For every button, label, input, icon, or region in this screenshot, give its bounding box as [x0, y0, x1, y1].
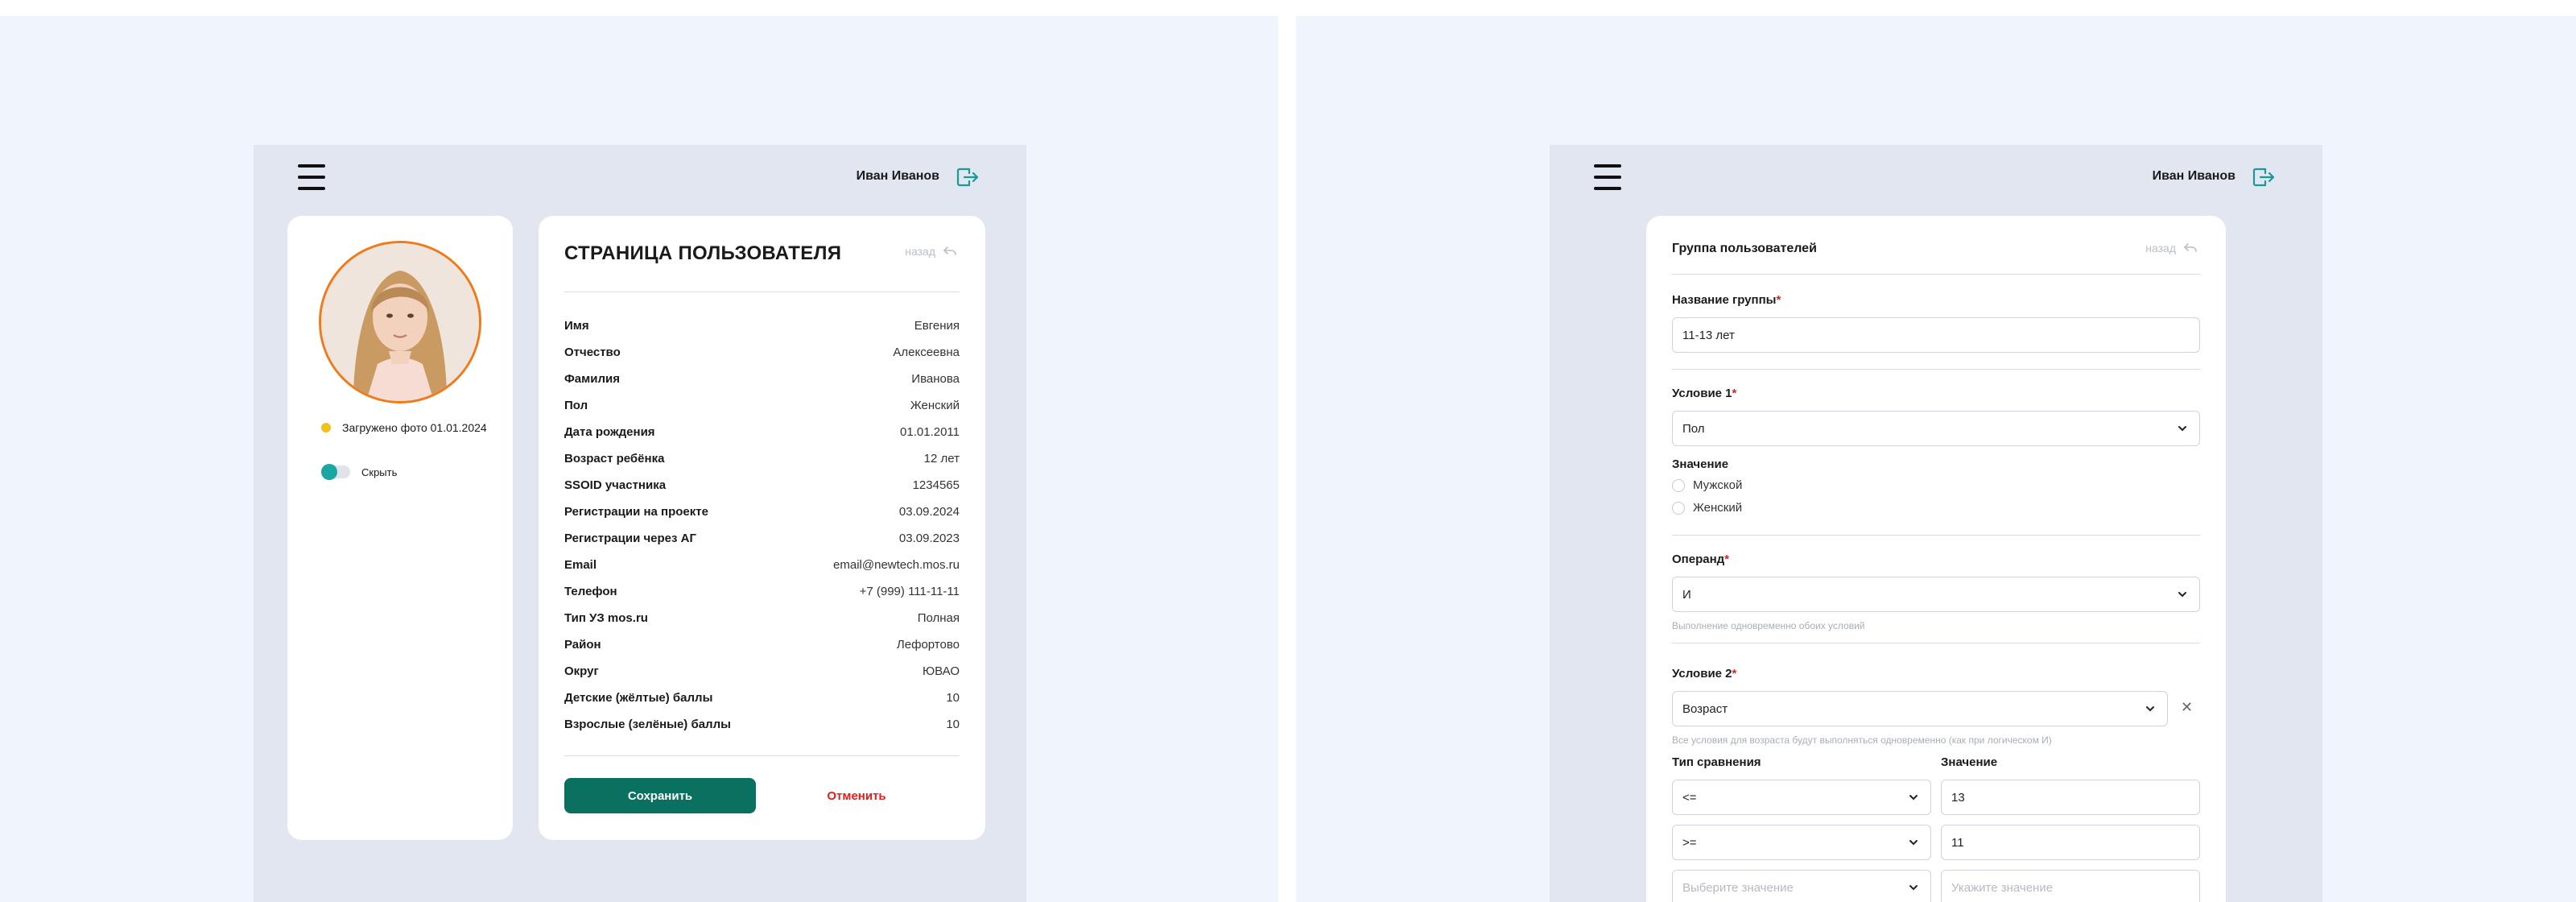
toggle-switch[interactable] [321, 464, 350, 480]
info-row: Дата рождения 01.01.2011 [564, 425, 960, 439]
divider [564, 755, 960, 756]
comparison-value-input[interactable]: 13 [1941, 780, 2200, 815]
left-canvas: Иван Иванов Загружено фото 01.01.2024 Ск… [0, 16, 1278, 902]
top-bar: Иван Иванов [1550, 145, 2322, 209]
info-row: Телефон +7 (999) 111-11-11 [564, 585, 960, 598]
radio-button[interactable] [1672, 501, 1685, 515]
photo-card: Загружено фото 01.01.2024 Скрыть [287, 216, 513, 840]
condition2-hint: Все условия для возраста будут выполнять… [1672, 734, 2052, 746]
comparison-label: Тип сравнения [1672, 755, 1761, 769]
page-title: СТРАНИЦА ПОЛЬЗОВАТЕЛЯ [564, 242, 842, 264]
divider [1672, 535, 2200, 536]
comparison-select[interactable]: Выберите значение [1672, 870, 1931, 902]
menu-icon[interactable] [1594, 164, 1621, 190]
user-name: Иван Иванов [856, 169, 939, 183]
user-page-screen: Иван Иванов Загружено фото 01.01.2024 Ск… [254, 145, 1026, 902]
chevron-down-icon [1909, 840, 1918, 846]
comparison-value-input[interactable]: 11 [1941, 825, 2200, 860]
info-row: Район Лефортово [564, 638, 960, 652]
group-title: Группа пользователей [1672, 242, 1817, 255]
info-row: Регистрации на проекте 03.09.2024 [564, 505, 960, 519]
back-link[interactable]: назад [2145, 242, 2197, 254]
info-row: Детские (жёлтые) баллы 10 [564, 691, 960, 705]
logout-icon[interactable] [956, 166, 980, 188]
hide-label: Скрыть [361, 465, 398, 478]
chevron-down-icon [2178, 426, 2186, 432]
remove-condition-icon[interactable]: ✕ [2181, 699, 2193, 716]
logout-icon[interactable] [2252, 166, 2276, 188]
info-row: SSOID участника 1234565 [564, 478, 960, 492]
avatar [319, 241, 481, 403]
info-row: Округ ЮВАО [564, 664, 960, 678]
condition2-select[interactable]: Возраст [1672, 691, 2168, 726]
condition1-select[interactable]: Пол [1672, 411, 2200, 446]
info-row: Email email@newtech.mos.ru [564, 558, 960, 572]
divider [1672, 274, 2200, 275]
back-label: назад [2145, 242, 2176, 254]
operand-label: Операнд* [1672, 552, 1729, 566]
back-arrow-icon [943, 246, 956, 255]
value-label: Значение [1672, 457, 1729, 471]
save-button[interactable]: Сохранить [564, 778, 756, 813]
chevron-down-icon [1909, 885, 1918, 891]
back-link[interactable]: назад [905, 245, 956, 258]
hide-photo-toggle[interactable]: Скрыть [321, 464, 398, 480]
info-row: Фамилия Иванова [564, 372, 960, 386]
chevron-down-icon [2146, 706, 2154, 712]
chevron-down-icon [2178, 592, 2186, 598]
photo-status: Загружено фото 01.01.2024 [321, 421, 487, 434]
user-group-screen: Иван Иванов Группа пользователей назад Н… [1550, 145, 2322, 902]
info-row: Тип УЗ mos.ru Полная [564, 611, 960, 625]
radio-male[interactable]: Мужской [1672, 478, 1742, 492]
comparison-value-input[interactable]: Укажите значение [1941, 870, 2200, 902]
photo-status-text: Загружено фото 01.01.2024 [342, 421, 487, 434]
group-name-label: Название группы* [1672, 293, 1781, 307]
back-label: назад [905, 245, 935, 258]
group-card: Группа пользователей назад Название груп… [1646, 216, 2226, 902]
user-name: Иван Иванов [2152, 169, 2235, 183]
info-row: Пол Женский [564, 399, 960, 412]
group-name-input[interactable]: 11-13 лет [1672, 317, 2200, 353]
info-row: Имя Евгения [564, 319, 960, 333]
back-arrow-icon [2184, 243, 2197, 252]
comparison-value-label: Значение [1941, 755, 1998, 769]
menu-icon[interactable] [298, 164, 325, 190]
status-dot [321, 423, 331, 432]
chevron-down-icon [1909, 795, 1918, 801]
info-row: Взрослые (зелёные) баллы 10 [564, 718, 960, 731]
info-row: Отчество Алексеевна [564, 345, 960, 359]
radio-button[interactable] [1672, 478, 1685, 492]
condition1-label: Условие 1* [1672, 387, 1737, 400]
operand-hint: Выполнение одновременно обоих условий [1672, 620, 1865, 631]
user-info-list: Имя Евгения Отчество Алексеевна Фамилия Ива… [564, 312, 960, 738]
radio-female[interactable]: Женский [1672, 501, 1742, 515]
comparison-select[interactable]: <= [1672, 780, 1931, 815]
profile-card: СТРАНИЦА ПОЛЬЗОВАТЕЛЯ назад Имя Евгения О… [539, 216, 985, 840]
divider [1672, 369, 2200, 370]
operand-select[interactable]: И [1672, 577, 2200, 612]
condition2-label: Условие 2* [1672, 667, 1737, 681]
info-row: Регистрации через АГ 03.09.2023 [564, 532, 960, 545]
info-row: Возраст ребёнка 12 лет [564, 452, 960, 465]
top-bar: Иван Иванов [254, 145, 1026, 209]
right-canvas: Иван Иванов Группа пользователей назад Н… [1296, 16, 2576, 902]
comparison-select[interactable]: >= [1672, 825, 1931, 860]
cancel-button[interactable]: Отменить [780, 778, 933, 813]
